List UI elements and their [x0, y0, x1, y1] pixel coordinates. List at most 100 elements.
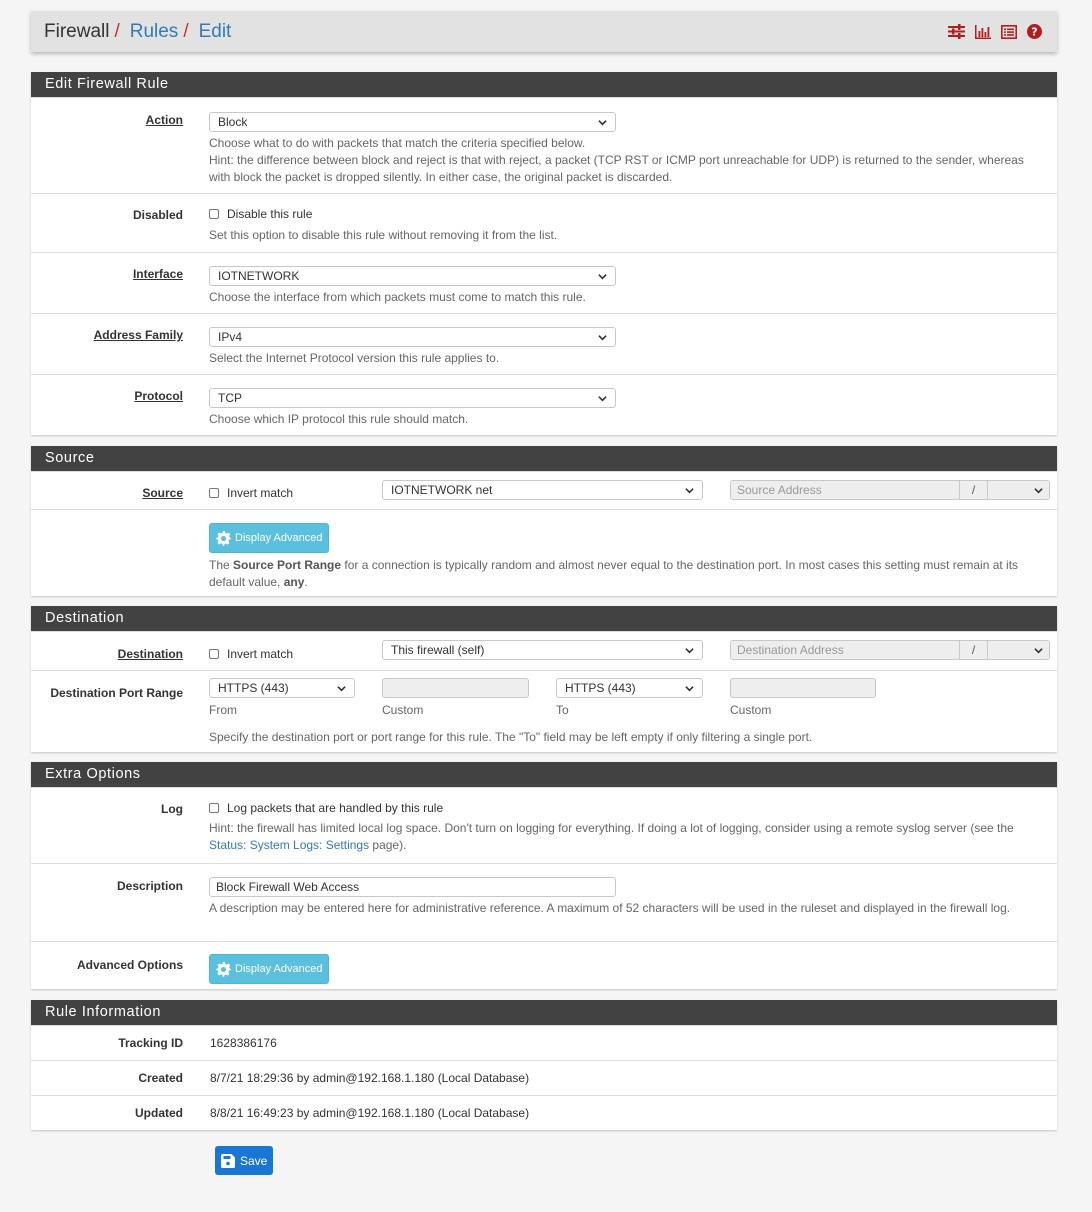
log-label: Log [161, 802, 183, 816]
source-row: Source Invert match IOTNETWORK net Sourc… [31, 471, 1057, 509]
port-to-value: HTTPS (443) [565, 681, 636, 695]
breadcrumb-edit[interactable]: Edit [199, 21, 232, 43]
log-checkbox-label: Log packets that are handled by this rul… [227, 801, 444, 815]
source-display-advanced-button[interactable]: Display Advanced [209, 523, 330, 553]
help-text: page). [369, 838, 407, 852]
panel-heading: Extra Options [31, 762, 1057, 787]
action-select[interactable]: Block [209, 112, 616, 132]
destination-address-input[interactable]: Destination Address [731, 641, 960, 659]
action-row: Action Block Choose what to do with pack… [31, 97, 1057, 193]
rule-information-panel: Rule Information Tracking ID 1628386176 … [31, 1000, 1057, 1130]
destination-mask-select[interactable] [988, 641, 1049, 659]
interface-row: Interface IOTNETWORK Choose the interfac… [31, 252, 1057, 313]
action-label: Action [145, 113, 183, 127]
info-row-updated: Updated 8/8/21 16:49:23 by admin@192.168… [31, 1095, 1057, 1130]
chevron-down-icon [598, 119, 607, 125]
sliders-icon[interactable] [948, 23, 965, 40]
breadcrumb-firewall: Firewall [44, 20, 110, 42]
destination-panel: Destination Destination Invert match Thi… [31, 606, 1057, 752]
header-icons: ? [948, 23, 1043, 40]
protocol-help: Choose which IP protocol this rule shoul… [209, 412, 469, 426]
source-invert-option[interactable]: Invert match [209, 486, 382, 500]
svg-text:?: ? [1031, 26, 1037, 39]
updated-value: 8/8/21 16:49:23 by admin@192.168.1.180 (… [210, 1106, 530, 1120]
address-family-row: Address Family IPv4 Select the Internet … [31, 313, 1057, 374]
gear-icon [216, 530, 231, 546]
source-panel: Source Source Invert match IOTNETWORK ne… [31, 446, 1057, 596]
log-checkbox[interactable] [209, 803, 219, 813]
source-type-select[interactable]: IOTNETWORK net [382, 480, 703, 500]
edit-rule-panel: Edit Firewall Rule Action Block Choose w… [31, 72, 1057, 435]
port-to-select[interactable]: HTTPS (443) [556, 678, 703, 698]
protocol-select[interactable]: TCP [209, 388, 616, 408]
protocol-row: Protocol TCP Choose which IP protocol th… [31, 374, 1057, 435]
save-button[interactable]: Save [215, 1146, 274, 1175]
bar-chart-icon[interactable] [974, 23, 991, 40]
interface-select[interactable]: IOTNETWORK [209, 266, 616, 286]
description-label: Description [116, 879, 183, 893]
source-address-group: Source Address / [730, 480, 1050, 500]
created-label: Created [138, 1071, 183, 1085]
chevron-down-icon [598, 273, 607, 279]
breadcrumb-rules[interactable]: Rules [130, 21, 179, 43]
chevron-down-icon [1034, 647, 1043, 653]
list-icon[interactable] [1000, 23, 1017, 40]
gear-icon [216, 961, 231, 977]
breadcrumb-separator: / [183, 20, 189, 42]
source-invert-checkbox[interactable] [209, 488, 219, 498]
chevron-down-icon [685, 685, 694, 691]
protocol-label: Protocol [134, 389, 183, 403]
destination-label: Destination [117, 647, 183, 661]
source-address-input[interactable]: Source Address [731, 481, 960, 499]
port-from-select[interactable]: HTTPS (443) [209, 678, 355, 698]
description-row: Description Block Firewall Web Access A … [31, 863, 1057, 941]
chevron-down-icon [337, 685, 346, 691]
destination-invert-option[interactable]: Invert match [209, 647, 382, 661]
advanced-options-label: Advanced Options [76, 958, 183, 972]
help-bold: Source Port Range [233, 558, 342, 572]
panel-heading: Destination [31, 606, 1057, 631]
destination-invert-checkbox[interactable] [209, 649, 219, 659]
description-input[interactable]: Block Firewall Web Access [209, 877, 616, 897]
disabled-row: Disabled Disable this rule Set this opti… [31, 193, 1057, 252]
destination-slash: / [960, 641, 988, 659]
destination-type-select[interactable]: This firewall (self) [382, 640, 703, 660]
chevron-down-icon [685, 487, 694, 493]
source-label: Source [142, 486, 183, 500]
page-header: Firewall / Rules / Edit ? [31, 11, 1057, 52]
disable-rule-checkbox[interactable] [209, 209, 219, 219]
source-port-help: The Source Port Range for a connection i… [209, 557, 1043, 591]
address-family-label: Address Family [93, 328, 183, 342]
action-value: Block [218, 115, 248, 129]
advanced-display-advanced-button[interactable]: Display Advanced [209, 954, 330, 984]
destination-port-range-label: Destination Port Range [50, 686, 183, 700]
save-label: Save [240, 1153, 268, 1168]
help-icon[interactable]: ? [1026, 23, 1043, 40]
log-row: Log Log packets that are handled by this… [31, 787, 1057, 863]
port-to-custom-input[interactable] [730, 678, 876, 698]
chevron-down-icon [685, 647, 694, 653]
panel-heading: Edit Firewall Rule [31, 72, 1057, 97]
updated-label: Updated [135, 1106, 183, 1120]
tracking-id-label: Tracking ID [118, 1036, 183, 1050]
system-logs-settings-link[interactable]: Status: System Logs: Settings [209, 838, 369, 852]
port-from-label: From [209, 703, 237, 717]
address-family-value: IPv4 [218, 330, 243, 344]
help-text: . [304, 575, 308, 589]
port-to-custom-label: Custom [730, 703, 772, 717]
source-type-value: IOTNETWORK net [391, 483, 493, 497]
help-text: The [209, 558, 234, 572]
panel-heading: Rule Information [31, 1000, 1057, 1025]
breadcrumb-separator: / [114, 20, 120, 42]
port-from-value: HTTPS (443) [218, 681, 289, 695]
interface-value: IOTNETWORK [218, 269, 300, 283]
address-family-select[interactable]: IPv4 [209, 327, 616, 347]
log-option[interactable]: Log packets that are handled by this rul… [209, 801, 443, 815]
display-advanced-label: Display Advanced [235, 963, 323, 975]
extra-options-panel: Extra Options Log Log packets that are h… [31, 762, 1057, 989]
port-from-custom-input[interactable] [382, 678, 529, 698]
source-mask-select[interactable] [988, 481, 1049, 499]
disable-rule-option[interactable]: Disable this rule [209, 207, 312, 221]
action-hint: Hint: the difference between block and r… [209, 153, 1024, 184]
breadcrumb: Firewall / Rules / Edit [44, 21, 231, 43]
